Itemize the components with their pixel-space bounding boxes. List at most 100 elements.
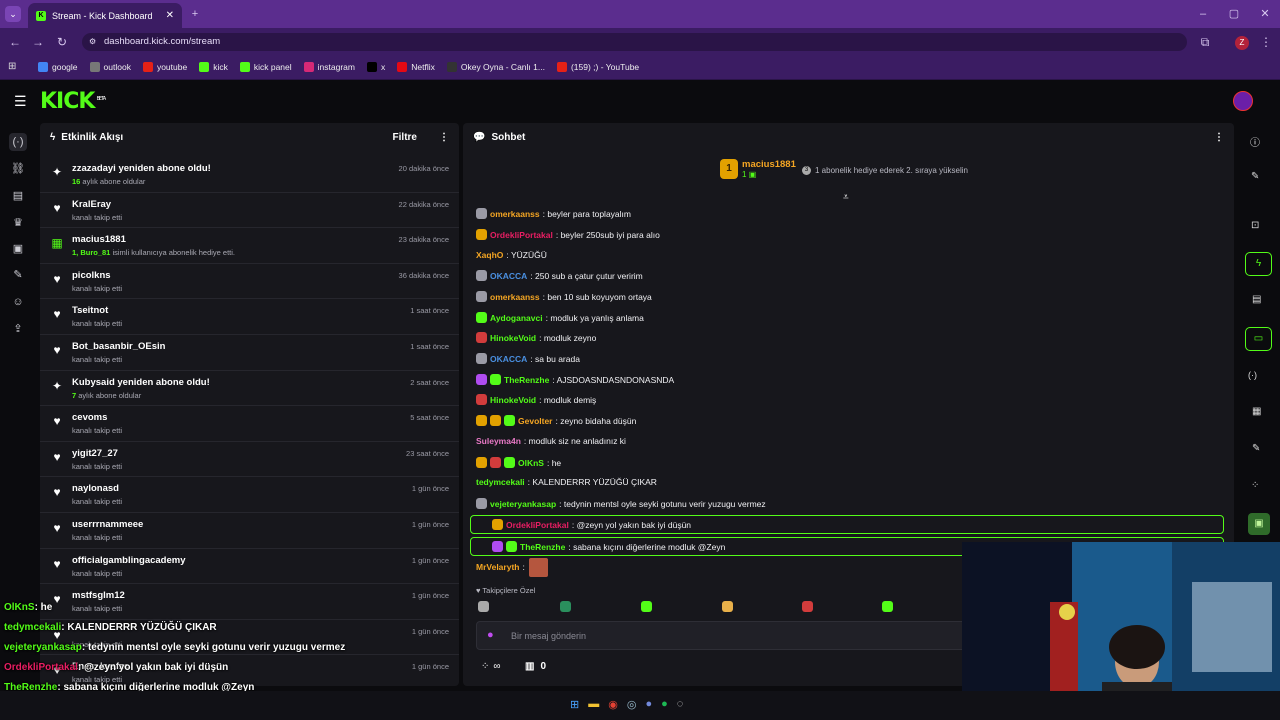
activity-item[interactable]: ♥ userrrnammeee kanalı takip etti 1 gün önc… — [40, 513, 459, 549]
chat-username[interactable]: OrdekliPortakal — [490, 230, 553, 240]
points-indicator[interactable]: ⁘ ∞ — [481, 661, 501, 672]
chat-message[interactable]: Gevolter: zeyno bidaha düşün — [476, 415, 636, 426]
chat-message[interactable]: HinokeVoid: modluk demiş — [476, 394, 596, 405]
bookmark-item[interactable]: kick panel — [239, 62, 292, 72]
collapse-icon[interactable]: ⩡ — [843, 192, 849, 203]
capture-icon[interactable]: ⊡ — [1251, 220, 1259, 231]
chat-input[interactable]: ● Bir mesaj gönderin — [476, 621, 976, 650]
activity-item[interactable]: ♥ KralEray kanalı takip etti 22 dakika önce — [40, 193, 459, 229]
activity-item[interactable]: ♥ cevoms kanalı takip etti 5 saat önce — [40, 406, 459, 442]
chat-username[interactable]: Suleyma4n — [476, 436, 521, 446]
gift-promo[interactable]: 3 1 abonelik hediye ederek 2. sıraya yük… — [802, 166, 968, 175]
activity-item[interactable]: ♥ yigit27_27 kanalı takip etti 23 saat önce — [40, 442, 459, 478]
chat-message[interactable]: TheRenzhe: sabana kıçını diğerlerine mod… — [492, 541, 725, 552]
file-explorer-icon[interactable]: ▬ — [588, 698, 599, 711]
chat-username[interactable]: omerkaanss — [490, 209, 540, 219]
chat-message[interactable]: omerkaanss: ben 10 sub koyuyom ortaya — [476, 291, 652, 302]
emote-icon[interactable] — [641, 601, 652, 612]
chat-username[interactable]: Aydoganavci — [490, 313, 543, 323]
bookmark-item[interactable]: x — [366, 62, 385, 72]
activity-menu-icon[interactable]: ⋮ — [439, 132, 449, 143]
spotify-icon[interactable]: ● — [661, 698, 668, 711]
filter-button[interactable]: Filtre — [393, 132, 417, 143]
activity-item[interactable]: ♥ mstfsglm12 kanalı takip etti 1 gün önce — [40, 584, 459, 620]
activity-item[interactable]: ▦ macius1881 1, Buro_81 isimli kullanıcıya… — [40, 228, 459, 264]
chat-message[interactable]: OKACCA: sa bu arada — [476, 353, 580, 364]
video-icon[interactable]: ▣ — [9, 240, 27, 258]
layout-icon[interactable]: ▦ — [1252, 406, 1261, 417]
game-icon[interactable]: ▣ — [1248, 513, 1270, 535]
wrench-icon[interactable]: ✎ — [9, 266, 27, 284]
chat-message[interactable]: Aydoganavci: modluk ya yanlış anlama — [476, 312, 644, 323]
windows-start-icon[interactable]: ⊞ — [570, 698, 579, 711]
chat-username[interactable]: TheRenzhe — [504, 375, 549, 385]
chat-menu-icon[interactable]: ⋮ — [1214, 132, 1224, 143]
bookmark-item[interactable]: (159) ;) - YouTube — [556, 62, 639, 72]
chat-username[interactable]: vejeteryankasap — [490, 499, 556, 509]
hamburger-menu-icon[interactable]: ☰ — [14, 93, 27, 110]
chat-username[interactable]: MrVelaryth — [476, 562, 519, 572]
kick-logo[interactable]: KICK BETA — [40, 89, 106, 114]
integrations-icon[interactable]: ⁘ — [1251, 480, 1259, 491]
extensions-icon[interactable]: ⧉ — [1198, 35, 1212, 49]
chat-username[interactable]: TheRenzhe — [520, 542, 565, 552]
chat-message[interactable]: Suleyma4n: modluk siz ne anladınız ki — [476, 436, 626, 446]
bookmark-item[interactable]: youtube — [142, 62, 187, 72]
activity-item[interactable]: ♥ picolkns kanalı takip etti 36 dakika önce — [40, 264, 459, 300]
trophy-icon[interactable]: ♛ — [9, 214, 27, 232]
discord-icon[interactable]: ● — [645, 698, 652, 711]
chat-message[interactable]: TheRenzhe: AJSDOASNDASNDONASNDA — [476, 374, 674, 385]
analytics-icon[interactable]: ▤ — [9, 187, 27, 205]
activity-item[interactable]: ♥ Tseitnot kanalı takip etti 1 saat önce — [40, 299, 459, 335]
apps-icon[interactable]: ⊞ — [8, 61, 16, 72]
obs-icon[interactable]: ◌ — [677, 698, 684, 711]
emote-icon[interactable] — [802, 601, 813, 612]
bookmark-item[interactable]: outlook — [89, 62, 131, 72]
steam-icon[interactable]: ◎ — [627, 698, 637, 711]
chat-message[interactable]: OrdekliPortakal: @zeyn yol yakın bak iyi… — [492, 519, 691, 530]
chat-username[interactable]: OrdekliPortakal — [506, 520, 569, 530]
link-icon[interactable]: ⛓ — [9, 160, 27, 178]
activity-item[interactable]: ♥ officialgamblingacademy kanalı takip ett… — [40, 549, 459, 585]
activity-item[interactable]: ✦ zzazadayi yeniden abone oldu! 16 aylık a… — [40, 157, 459, 193]
site-info-icon[interactable]: ⚙ — [89, 33, 96, 51]
chat-toggle-icon[interactable]: ▭ — [1245, 327, 1272, 351]
activity-item[interactable]: ✦ Kubysaid yeniden abone oldu! 7 aylık abo… — [40, 371, 459, 407]
chat-message[interactable]: omerkaanss: beyler para toplayalım — [476, 208, 631, 219]
quick-actions-icon[interactable]: ϟ — [1245, 252, 1272, 276]
chat-message[interactable]: OlKnS: he — [476, 457, 561, 468]
activity-item[interactable]: ♥ Bot_basanbir_OEsin kanalı takip etti 1 sa… — [40, 335, 459, 371]
reload-icon[interactable]: ↻ — [55, 35, 69, 49]
emote-icon[interactable] — [722, 601, 733, 612]
chat-username[interactable]: OlKnS — [518, 458, 544, 468]
bookmark-item[interactable]: instagram — [303, 62, 355, 72]
chat-message[interactable]: tedymcekali: KALENDERRR YÜZÜĞÜ ÇIKAR — [476, 477, 657, 487]
chat-username[interactable]: OKACCA — [490, 354, 527, 364]
users-icon[interactable]: ☺ — [9, 293, 27, 311]
emote-icon[interactable] — [560, 601, 571, 612]
chat-message[interactable]: vejeteryankasap: tedynin mentsl oyle sey… — [476, 498, 766, 509]
bookmark-item[interactable]: Okey Oyna - Canlı 1... — [446, 62, 545, 72]
close-tab-icon[interactable]: ✕ — [166, 10, 174, 21]
minimize-icon[interactable]: – — [1196, 7, 1210, 21]
activity-item[interactable]: ♥ naylonasd kanalı takip etti 1 gün önce — [40, 477, 459, 513]
new-tab-button[interactable]: + — [188, 7, 202, 21]
chat-message[interactable]: XaqhO: YÜZÜĞÜ — [476, 250, 547, 260]
chat-username[interactable]: OKACCA — [490, 271, 527, 281]
chat-message[interactable]: OrdekliPortakal: beyler 250sub iyi para … — [476, 229, 660, 240]
chat-username[interactable]: HinokeVoid — [490, 333, 536, 343]
notes-icon[interactable]: ▤ — [1252, 294, 1261, 305]
chat-message[interactable]: MrVelaryth: — [476, 562, 525, 572]
forward-icon[interactable]: → — [31, 35, 45, 49]
bookmark-item[interactable]: google — [38, 62, 78, 72]
browser-tab[interactable]: K Stream - Kick Dashboard ✕ — [28, 3, 182, 28]
chrome-icon[interactable]: ◉ — [608, 698, 618, 711]
top-gifter[interactable]: 1 macius1881 1 ▣ — [720, 159, 796, 179]
user-avatar[interactable] — [1233, 91, 1253, 111]
bookmark-item[interactable]: kick — [199, 62, 228, 72]
edit-icon[interactable]: ✎ — [1251, 171, 1259, 182]
chat-message[interactable]: OKACCA: 250 sub a çatur çutur veririm — [476, 270, 643, 281]
info-circle-icon[interactable]: ⓘ — [1250, 134, 1264, 149]
menu-dots-icon[interactable]: ⋮ — [1259, 35, 1273, 49]
broadcast-icon[interactable]: (·) — [9, 133, 27, 151]
